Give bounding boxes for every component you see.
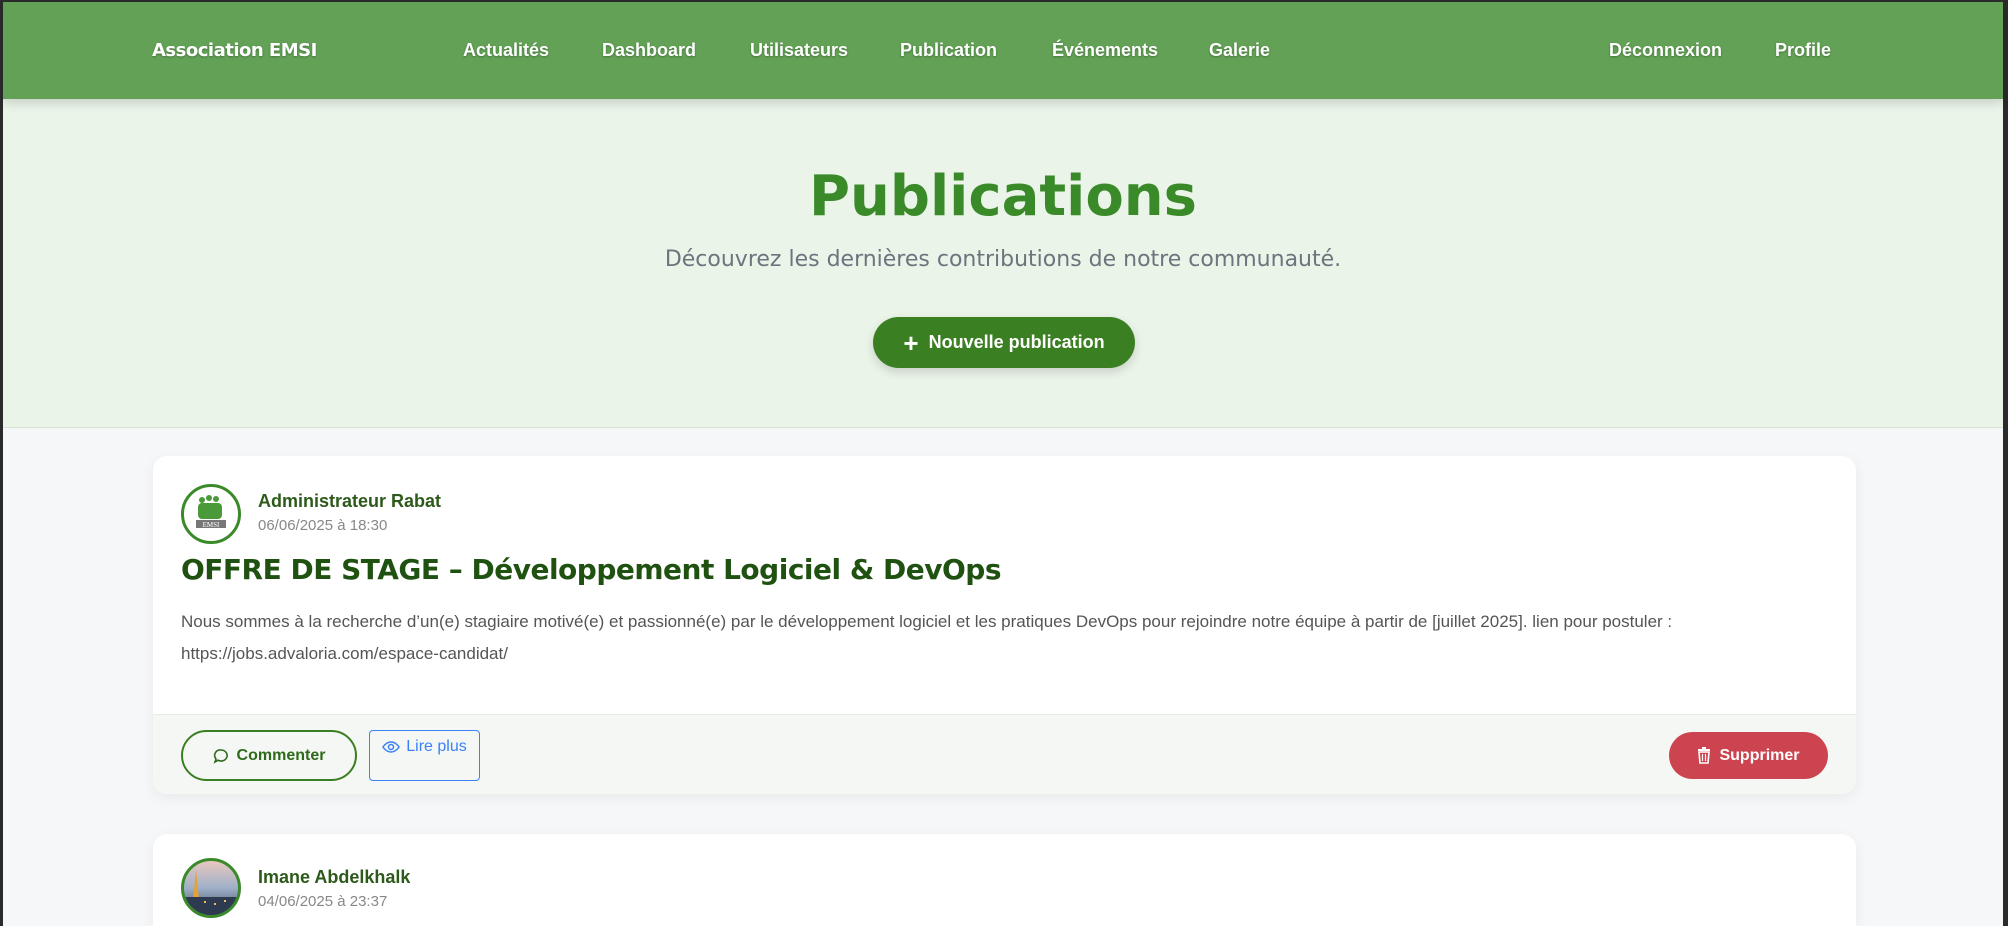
nav-dashboard[interactable]: Dashboard — [602, 40, 696, 61]
read-more-button[interactable]: Lire plus — [369, 730, 480, 781]
emsi-logo-icon: EMSI — [196, 495, 226, 529]
comment-icon — [213, 748, 228, 764]
nav-utilisateurs[interactable]: Utilisateurs — [750, 40, 848, 61]
trash-icon — [1698, 747, 1711, 764]
post-author[interactable]: Administrateur Rabat — [258, 491, 441, 512]
read-more-label: Lire plus — [406, 738, 467, 755]
comment-button[interactable]: Commenter — [181, 730, 357, 781]
new-publication-button[interactable]: + Nouvelle publication — [873, 317, 1135, 368]
nav-evenements[interactable]: Événements — [1052, 40, 1158, 61]
svg-text:EMSI: EMSI — [203, 521, 220, 529]
nav-actualites[interactable]: Actualités — [463, 40, 549, 61]
comment-label: Commenter — [236, 746, 326, 764]
delete-label: Supprimer — [1719, 746, 1800, 764]
post-date: 06/06/2025 à 18:30 — [258, 517, 388, 534]
post-body: Nous sommes à la recherche d’un(e) stagi… — [181, 612, 1673, 663]
post-actions: Commenter Lire plus Supprimer — [153, 714, 1856, 794]
nav-deconnexion[interactable]: Déconnexion — [1609, 40, 1722, 61]
nav-publication[interactable]: Publication — [900, 40, 997, 61]
post-card: Imane Abdelkhalk 04/06/2025 à 23:37 — [153, 834, 1856, 926]
page-title: Publications — [808, 164, 1197, 229]
plus-icon: + — [903, 327, 919, 358]
delete-button[interactable]: Supprimer — [1669, 732, 1828, 779]
city-photo-icon — [184, 869, 238, 915]
navbar: Association EMSI Actualités Dashboard Ut… — [3, 2, 2003, 99]
nav-galerie[interactable]: Galerie — [1209, 40, 1270, 61]
browser-window: Association EMSI Actualités Dashboard Ut… — [3, 2, 2003, 926]
avatar — [181, 858, 241, 918]
brand-link[interactable]: Association EMSI — [152, 40, 317, 61]
post-date: 04/06/2025 à 23:37 — [258, 893, 388, 910]
avatar: EMSI — [181, 484, 241, 544]
hero-section: Publications Découvrez les dernières con… — [3, 99, 2003, 428]
new-publication-label: Nouvelle publication — [928, 332, 1105, 352]
post-author[interactable]: Imane Abdelkhalk — [258, 867, 410, 888]
post-title: OFFRE DE STAGE – Développement Logiciel … — [181, 553, 1002, 586]
eye-icon — [382, 741, 401, 753]
post-card: EMSI Administrateur Rabat 06/06/2025 à 1… — [153, 456, 1856, 794]
nav-profile[interactable]: Profile — [1775, 40, 1831, 61]
page-subtitle: Découvrez les dernières contributions de… — [664, 247, 1342, 272]
